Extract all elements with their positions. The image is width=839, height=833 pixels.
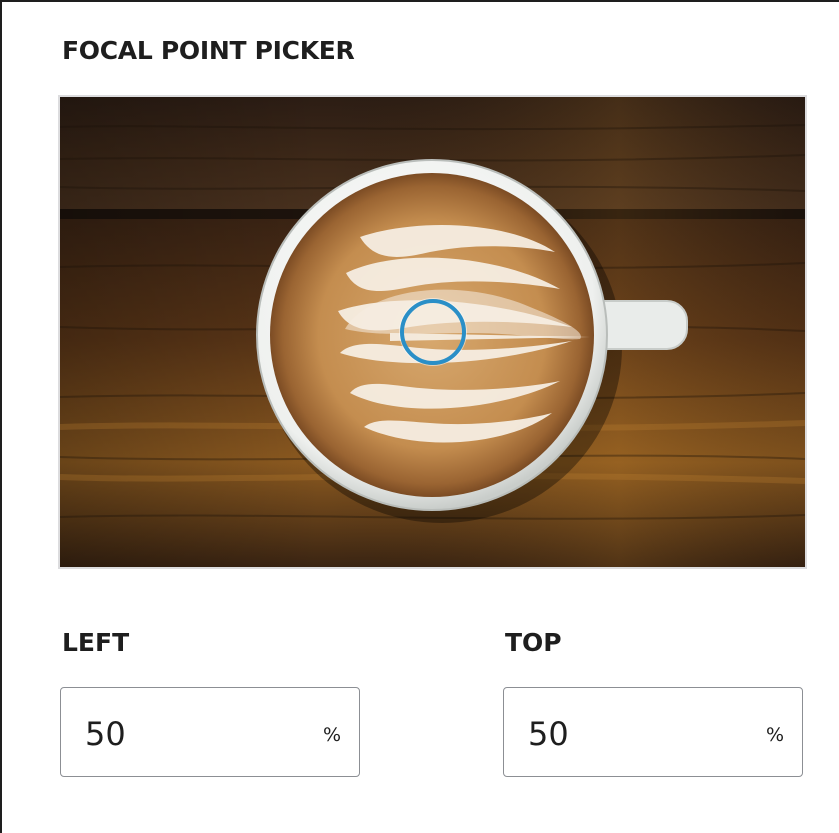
top-label: TOP: [505, 628, 562, 657]
focal-point-handle[interactable]: [399, 299, 466, 365]
left-input-value[interactable]: 50: [85, 716, 126, 752]
top-unit: %: [765, 724, 784, 746]
top-input-value[interactable]: 50: [528, 716, 569, 752]
left-input[interactable]: 50 %: [60, 687, 360, 777]
left-unit: %: [322, 724, 341, 746]
focal-point-image[interactable]: [58, 95, 807, 569]
top-input[interactable]: 50 %: [503, 687, 803, 777]
left-label: LEFT: [62, 628, 130, 657]
focal-point-picker-panel: FOCAL POINT PICKER LEFT 50 % TOP 50 %: [0, 0, 839, 833]
panel-title: FOCAL POINT PICKER: [62, 36, 355, 65]
